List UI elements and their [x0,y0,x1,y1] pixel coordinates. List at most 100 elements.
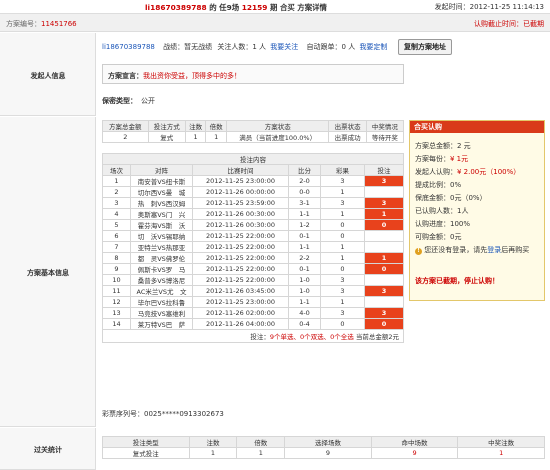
match-time: 2012-11-25 22:00:00 [192,263,289,275]
copy-address-button[interactable]: 复制方案地址 [398,39,452,55]
basic-section: 方案基本信息 [0,117,96,427]
pass-stats-cell: 9 [284,447,372,459]
record-label: 战绩： [163,43,185,51]
bet-summary-row: 投注：9个单选、0个双选、0个全选 当前总金额2元 [102,329,404,343]
match-row: 11 AC米兰VS尤 文 2012-11-26 03:45:00 1-0 3 3 [102,285,404,297]
match-teams: 切 沃VS锡耶纳 [130,230,193,242]
initiator-buy-value: ¥ 2.00元（100%） [457,168,521,176]
info-icon: ! [415,248,422,255]
summary-header-row: 方案总金额 投注方式 注数 倍数 方案状态 出票状态 中奖情况 [102,120,405,132]
match-no: 8 [102,252,131,264]
login-text: 您还没有登录，请先 [424,246,488,254]
match-no: 2 [102,186,131,198]
summary-cell: 2 [102,131,149,143]
summary-header: 方案状态 [225,120,330,132]
initiator-section: 发起人信息 [0,33,96,116]
match-bet: 3 [364,285,404,297]
match-time: 2012-11-26 00:30:00 [192,219,289,231]
match-score: 1-1 [288,296,321,308]
match-teams: 霍芬海VS斯 沃 [130,219,193,231]
summary-cell: 复式 [147,131,186,143]
match-row: 2 切尔西VS曼 城 2012-11-26 00:00:00 0-0 1 [102,186,404,198]
publish-time-value: 2012-11-25 11:14:13 [469,3,544,11]
privacy-label: 保密类型： [102,97,137,105]
match-time: 2012-11-25 23:59:00 [192,197,289,209]
match-teams: 桑普多VS博洛尼 [130,274,193,286]
title-mid: 的 任9场 [206,3,242,12]
match-score: 1-1 [288,241,321,253]
match-row: 4 奥斯塞VS门 兴 2012-11-26 00:30:00 1-1 1 1 [102,208,404,220]
match-no: 12 [102,296,131,308]
bet-summary-total: 当前总金额2元 [353,333,399,341]
serial-value: 0025*****0913302673 [144,410,224,418]
match-bet [364,274,404,286]
follow-count: 1 人 [252,43,267,51]
summary-header: 方案总金额 [102,120,149,132]
autofollow-label: 自动跟单： [306,43,342,51]
declaration: 方案宣言：我出资你受益，顶得多中的多！ [108,71,241,81]
match-teams: 佩斯卡VS罗 马 [130,263,193,275]
custom-link[interactable]: 我要定制 [359,43,387,51]
per-share-label: 方案每份： [415,155,450,163]
declaration-text: 我出资你受益，顶得多中的多！ [143,72,241,80]
title-issue: 12159 [241,3,268,12]
summary-table: 方案总金额 投注方式 注数 倍数 方案状态 出票状态 中奖情况 2 复式 1 1… [102,120,405,143]
match-no: 14 [102,318,131,330]
match-row: 5 霍芬海VS斯 沃 2012-11-26 00:30:00 1-2 0 0 [102,219,404,231]
match-no: 3 [102,197,131,209]
bet-header: 投注 [364,164,404,176]
panel-commission: 提成比例：0% [415,181,462,189]
title-username: li18670389788 [145,3,207,12]
subscribe-panel-title: 合买认购 [410,121,544,133]
summary-header: 出票状态 [328,120,367,132]
summary-header: 注数 [184,120,207,132]
bet-header: 彩果 [320,164,365,176]
summary-row: 2 复式 1 1 满员（当前进度100.0%） 出票成功 等待开奖 [102,131,405,143]
match-no: 7 [102,241,131,253]
match-bet: 3 [364,175,404,187]
match-bet: 1 [364,252,404,264]
match-score: 4-0 [288,307,321,319]
match-row: 12 毕尔巴VS拉科鲁 2012-11-25 23:00:00 1-1 1 [102,296,404,308]
summary-cell: 等待开奖 [365,131,405,143]
privacy-line: 保密类型： 公开 [102,96,155,106]
match-score: 3-1 [288,197,321,209]
panel-buyers: 已认购人数：1人 [415,207,469,215]
match-no: 10 [102,274,131,286]
match-score: 1-2 [288,219,321,231]
title-tail: 期 合买 方案详情 [267,3,327,12]
panel-total: 方案总金额：2 元 [415,142,471,150]
match-row: 3热 刺VS西汉姆 2012-11-25 23:59:00 3-1 3 3 [102,197,404,209]
login-link[interactable]: 登录 [487,246,501,254]
match-result: 0 [320,219,365,231]
scheme-number-label: 方案编号： [6,20,41,28]
pass-stats-section: 过关统计 [0,428,96,470]
panel-guarantee: 保底金额：0元（0%） [415,194,487,202]
match-teams: AC米兰VS尤 文 [130,285,193,297]
pass-stats-row: 复式投注 1 1 9 9 1 [102,447,545,459]
follow-link[interactable]: 我要关注 [270,43,298,51]
match-time: 2012-11-25 22:00:00 [192,241,289,253]
match-row: 6切 沃VS锡耶纳 2012-11-25 22:00:00 0-1 0 [102,230,404,242]
match-teams: 亚特兰VS热那亚 [130,241,193,253]
bet-summary: 投注：9个单选、0个双选、0个全选 当前总金额2元 [102,329,404,343]
serial-label: 彩票序列号： [102,410,144,418]
match-result: 0 [320,263,365,275]
match-no: 13 [102,307,131,319]
match-bet [364,241,404,253]
initiator-username[interactable]: li18670389788 [102,43,155,51]
pass-stats-header: 注数 [188,436,238,448]
match-result: 1 [320,296,365,308]
basic-section-label: 方案基本信息 [27,269,69,277]
match-result: 3 [320,197,365,209]
scheme-number-value: 11451766 [41,20,77,28]
match-result: 3 [320,175,365,187]
match-result: 0 [320,230,365,242]
match-row: 9 佩斯卡VS罗 马 2012-11-25 22:00:00 0-1 0 0 [102,263,404,275]
bet-table: 投注内容 场次 对阵 比赛时间 比分 彩果 投注 1 南安普VS纽卡斯 2012-1… [102,153,404,343]
pass-stats-header: 倍数 [236,436,286,448]
match-bet: 3 [364,307,404,319]
match-time: 2012-11-26 00:00:00 [192,186,289,198]
match-no: 11 [102,285,131,297]
match-no: 4 [102,208,131,220]
